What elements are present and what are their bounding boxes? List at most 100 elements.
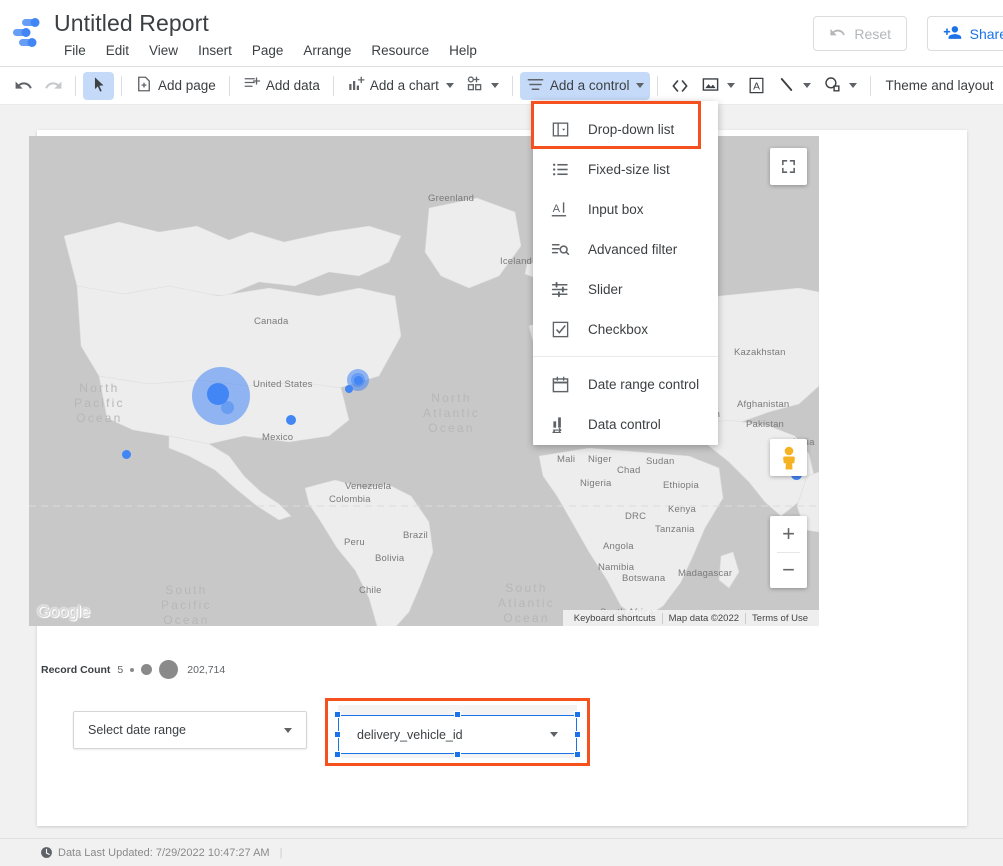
bar-chart-plus-icon: [347, 75, 365, 96]
svg-text:A: A: [553, 202, 561, 214]
menu-arrange[interactable]: Arrange: [293, 41, 361, 60]
share-button[interactable]: Share: [927, 16, 1003, 51]
add-page-label: Add page: [158, 78, 216, 93]
menu-item-label: Data control: [588, 417, 661, 432]
add-page-button[interactable]: Add page: [129, 72, 222, 99]
menu-insert[interactable]: Insert: [188, 41, 242, 60]
app-header: Untitled Report File Edit View Insert Pa…: [0, 0, 1003, 67]
add-control-button[interactable]: Add a control: [520, 72, 651, 100]
menu-divider: [533, 356, 718, 357]
date-range-label: Select date range: [88, 723, 186, 737]
menu-item-label: Advanced filter: [588, 242, 677, 257]
advanced-filter-icon: [551, 240, 570, 259]
map-zoom-controls[interactable]: + −: [770, 516, 807, 588]
toolbar: Add page Add data Add a chart: [0, 67, 1003, 105]
add-shape-button[interactable]: [817, 72, 863, 100]
checkbox-icon: [551, 320, 570, 339]
add-control-menu[interactable]: Drop-down list Fixed-size list A Input b…: [533, 101, 718, 445]
page-plus-icon: [135, 75, 153, 96]
map-attribution: Keyboard shortcuts Map data ©2022 Terms …: [563, 610, 819, 626]
select-tool-button[interactable]: [83, 72, 114, 100]
menu-item-drop-down-list[interactable]: Drop-down list: [533, 109, 718, 149]
database-plus-icon: [243, 75, 261, 96]
filter-lines-icon: [526, 75, 545, 97]
street-view-pegman-icon[interactable]: [770, 439, 807, 476]
person-add-icon: [943, 23, 962, 45]
menu-edit[interactable]: Edit: [96, 41, 139, 60]
theme-and-layout-button[interactable]: Theme and layout: [878, 75, 1000, 96]
image-icon: [701, 75, 720, 97]
menu-item-input-box[interactable]: A Input box: [533, 189, 718, 229]
menu-view[interactable]: View: [139, 41, 188, 60]
chevron-down-icon[interactable]: [491, 83, 499, 88]
legend-min-value: 5: [117, 664, 123, 676]
looker-studio-logo: [11, 18, 45, 48]
google-logo: Google: [37, 602, 90, 622]
menu-item-fixed-size-list[interactable]: Fixed-size list: [533, 149, 718, 189]
map-legend: Record Count 5 202,714: [41, 660, 225, 679]
add-text-button[interactable]: A: [741, 72, 771, 100]
chevron-down-icon[interactable]: [284, 728, 292, 733]
chevron-down-icon[interactable]: [727, 83, 735, 88]
menu-file[interactable]: File: [54, 41, 96, 60]
menu-item-label: Slider: [588, 282, 623, 297]
share-label: Share: [970, 26, 1003, 42]
add-data-label: Add data: [266, 78, 320, 93]
date-range-control[interactable]: Select date range: [73, 711, 307, 749]
menu-item-date-range-control[interactable]: Date range control: [533, 364, 718, 404]
undo-button[interactable]: [8, 72, 38, 100]
chevron-down-icon[interactable]: [803, 83, 811, 88]
line-icon: [777, 75, 796, 97]
terms-of-use-link[interactable]: Terms of Use: [745, 613, 814, 624]
add-chart-button[interactable]: Add a chart: [341, 72, 460, 99]
menu-item-checkbox[interactable]: Checkbox: [533, 309, 718, 349]
menu-item-advanced-filter[interactable]: Advanced filter: [533, 229, 718, 269]
toolbar-divider-2: [121, 76, 122, 96]
toolbar-divider-3: [229, 76, 230, 96]
report-title[interactable]: Untitled Report: [54, 10, 209, 37]
calendar-icon: [551, 375, 570, 394]
footer-divider: |: [280, 847, 283, 859]
menu-item-label: Input box: [588, 202, 644, 217]
fixed-size-list-icon: [551, 160, 570, 179]
menu-item-label: Drop-down list: [588, 122, 674, 137]
embed-code-button[interactable]: [665, 72, 695, 100]
menu-item-data-control[interactable]: Data control: [533, 404, 718, 444]
add-control-label: Add a control: [550, 78, 630, 93]
shape-icon: [823, 75, 842, 97]
legend-title: Record Count: [41, 664, 110, 676]
cursor-arrow-icon: [90, 76, 107, 96]
undo-arrow-icon: [829, 24, 846, 44]
add-chart-label: Add a chart: [370, 78, 439, 93]
menu-page[interactable]: Page: [242, 41, 294, 60]
menu-item-slider[interactable]: Slider: [533, 269, 718, 309]
map-zoom-out-button[interactable]: −: [770, 552, 807, 588]
chevron-down-icon[interactable]: [849, 83, 857, 88]
menu-resource[interactable]: Resource: [361, 41, 439, 60]
add-line-button[interactable]: [771, 72, 817, 100]
toolbar-divider-4: [333, 76, 334, 96]
refresh-clock-icon: [40, 846, 53, 859]
data-control-icon: [551, 415, 570, 434]
keyboard-shortcuts-link[interactable]: Keyboard shortcuts: [568, 613, 662, 624]
community-visualization-icon: [466, 75, 484, 96]
menu-help[interactable]: Help: [439, 41, 487, 60]
drop-down-list-icon: [551, 120, 570, 139]
redo-button[interactable]: [38, 72, 68, 100]
status-bar: Data Last Updated: 7/29/2022 10:47:27 AM…: [0, 838, 1003, 866]
community-visualization-button[interactable]: [460, 72, 505, 99]
menu-bar: File Edit View Insert Page Arrange Resou…: [54, 41, 487, 60]
toolbar-divider-6: [657, 76, 658, 96]
reset-button[interactable]: Reset: [813, 16, 907, 51]
map-fullscreen-button[interactable]: [770, 148, 807, 185]
menu-item-label: Date range control: [588, 377, 699, 392]
toolbar-divider-5: [512, 76, 513, 96]
legend-dot-large: [159, 660, 178, 679]
add-data-button[interactable]: Add data: [237, 72, 326, 99]
add-image-button[interactable]: [695, 72, 741, 100]
chevron-down-icon[interactable]: [446, 83, 454, 88]
map-data-copyright: Map data ©2022: [662, 613, 745, 624]
map-zoom-in-button[interactable]: +: [770, 516, 807, 552]
chevron-down-icon[interactable]: [636, 83, 644, 88]
data-last-updated-label: Data Last Updated: 7/29/2022 10:47:27 AM: [58, 847, 270, 859]
